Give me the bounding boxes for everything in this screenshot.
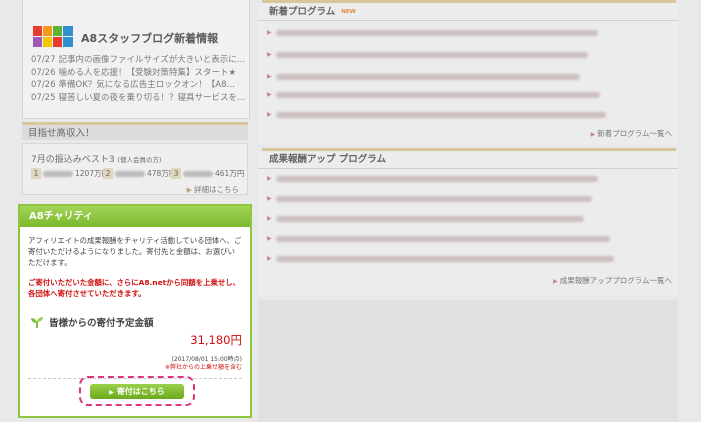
blurred-program-text[interactable] <box>275 175 598 182</box>
left-column: A8スタッフブログ新着情報 07/27 記事内の画像ファイルサイズが大きいと表示に… <box>18 0 252 422</box>
program-item[interactable]: ▶ <box>267 91 600 98</box>
blog-item-text[interactable]: 噛める人を応援！【受験対策特集】スタート★ <box>59 68 237 78</box>
arrow-right-icon: ▶ <box>267 91 272 98</box>
blog-item-text[interactable]: 寝苦しい夏の夜を乗り切る！？寝具サービスを… <box>59 93 246 103</box>
donation-note: ※弊社からの上乗せ額を含む <box>164 364 242 371</box>
arrow-right-icon: ▶ <box>267 175 272 182</box>
rank-item: 3 461万円 <box>171 168 244 179</box>
earn-subtitle: 7月の振込みベスト3 (個人会員の方) <box>31 152 162 165</box>
reward-programs-title: 成果報酬アップ プログラム <box>258 151 678 169</box>
a8-blog-logo <box>32 26 73 47</box>
blurred-program-text[interactable] <box>275 235 610 242</box>
program-item[interactable]: ▶ <box>267 215 584 222</box>
blurred-program-text[interactable] <box>275 91 600 98</box>
arrow-right-icon: ▶ <box>267 195 272 202</box>
blog-item-date: 07/26 <box>31 67 56 78</box>
blog-item[interactable]: 07/26 準備OK？気になる広告主ロックオン！【A8… <box>31 79 246 92</box>
arrow-right-icon: ▶ <box>267 215 272 222</box>
blurred-program-text[interactable] <box>275 111 606 118</box>
blog-item-date: 07/25 <box>31 92 56 103</box>
new-programs-more-label: 新着プログラム一覧へ <box>597 129 672 138</box>
donate-button[interactable]: ▶ 寄付はこちら <box>90 384 184 399</box>
blog-item[interactable]: 07/25 寝苦しい夏の夜を乗り切る！？寝具サービスを… <box>31 92 246 105</box>
rank-blurred-name <box>115 170 145 177</box>
program-item[interactable]: ▶ <box>267 175 598 182</box>
new-programs-title-text: 新着プログラム <box>269 6 336 18</box>
rank-item: 1 1207万円 <box>31 168 109 179</box>
donate-button-label: 寄付はこちら <box>116 387 165 396</box>
rank-amount: 461万円 <box>215 169 245 178</box>
reward-programs-section: 成果報酬アップ プログラム ▶ ▶ ▶ ▶ ▶ ▶ 成果報酬アッププログラム一覧へ <box>258 151 678 296</box>
rank-number: 1 <box>31 168 41 179</box>
program-item[interactable]: ▶ <box>267 195 592 202</box>
earn-subtitle-note: (個人会員の方) <box>117 156 162 164</box>
rank-item: 2 478万円 <box>103 168 176 179</box>
arrow-right-icon: ▶ <box>267 111 272 118</box>
blog-item-text[interactable]: 準備OK？気になる広告主ロックオン！【A8… <box>59 80 236 90</box>
charity-card: A8チャリティ アフィリエイトの成果報酬をチャリティ活動している団体へ、ご寄付い… <box>18 204 252 418</box>
blurred-program-text[interactable] <box>275 29 598 36</box>
staff-blog-box: A8スタッフブログ新着情報 07/27 記事内の画像ファイルサイズが大きいと表示に… <box>22 0 250 119</box>
blurred-program-text[interactable] <box>275 255 614 262</box>
donation-label-row: 皆様からの寄付予定金額 <box>30 315 154 329</box>
earn-more-label: 詳細はこちら <box>194 185 239 194</box>
program-item[interactable]: ▶ <box>267 29 598 36</box>
program-item[interactable]: ▶ <box>267 73 580 80</box>
blog-item-date: 07/26 <box>31 80 56 91</box>
earn-subtitle-main: 7月の振込みベスト3 <box>31 155 115 165</box>
earn-box: 7月の振込みベスト3 (個人会員の方) 1 1207万円 2 478万円 3 461万… <box>22 143 248 195</box>
rank-number: 3 <box>171 168 181 179</box>
blog-item[interactable]: 07/26 噛める人を応援！【受験対策特集】スタート★ <box>31 67 246 80</box>
blog-item-text[interactable]: 記事内の画像ファイルサイズが大きいと表示に… <box>59 55 246 65</box>
blog-item-date: 07/27 <box>31 55 56 65</box>
empty-area <box>258 300 678 422</box>
right-column: 新着プログラム NEW ▶ ▶ ▶ ▶ ▶ ▶ 新着プログラム一覧へ 成果報酬アップ… <box>258 0 680 422</box>
new-programs-section: 新着プログラム NEW ▶ ▶ ▶ ▶ ▶ ▶ 新着プログラム一覧へ <box>258 3 678 144</box>
arrow-right-icon: ▶ <box>590 131 596 138</box>
program-item[interactable]: ▶ <box>267 255 614 262</box>
program-item[interactable]: ▶ <box>267 111 606 118</box>
arrow-right-icon: ▶ <box>186 186 192 194</box>
arrow-right-icon: ▶ <box>267 51 272 58</box>
blurred-program-text[interactable] <box>275 215 584 222</box>
earn-more-link[interactable]: ▶ 詳細はこちら <box>187 184 239 195</box>
reward-programs-more-link[interactable]: ▶ 成果報酬アッププログラム一覧へ <box>553 275 672 286</box>
charity-note: ご寄付いただいた金額に、さらにA8.netから同額を上乗せし、各団体へ寄付させて… <box>28 278 241 299</box>
arrow-right-icon: ▶ <box>267 255 272 262</box>
arrow-right-icon: ▶ <box>267 73 272 80</box>
arrow-right-icon: ▶ <box>267 235 272 242</box>
arrow-right-icon: ▶ <box>109 389 114 396</box>
rank-blurred-name <box>183 170 213 177</box>
new-programs-more-link[interactable]: ▶ 新着プログラム一覧へ <box>591 128 672 139</box>
blurred-program-text[interactable] <box>275 73 580 80</box>
rank-blurred-name <box>43 170 73 177</box>
new-programs-title: 新着プログラム NEW <box>258 3 678 21</box>
rank-number: 2 <box>103 168 113 179</box>
charity-header: A8チャリティ <box>20 206 250 227</box>
program-item[interactable]: ▶ <box>267 235 610 242</box>
reward-programs-more-label: 成果報酬アッププログラム一覧へ <box>559 276 672 285</box>
donation-amount: 31,180円 <box>190 333 242 347</box>
blurred-program-text[interactable] <box>275 51 588 58</box>
blog-item[interactable]: 07/27 記事内の画像ファイルサイズが大きいと表示に… <box>31 54 246 67</box>
program-item[interactable]: ▶ <box>267 51 588 58</box>
arrow-right-icon: ▶ <box>553 278 558 285</box>
sprout-icon <box>31 317 43 328</box>
blog-title: A8スタッフブログ新着情報 <box>81 32 219 45</box>
charity-description: アフィリエイトの成果報酬をチャリティ活動している団体へ、ご寄付いただけるようにな… <box>28 236 242 268</box>
arrow-right-icon: ▶ <box>267 29 272 36</box>
earn-header: 目指せ高収入！ <box>22 122 248 140</box>
blurred-program-text[interactable] <box>275 195 592 202</box>
donation-label: 皆様からの寄付予定金額 <box>49 318 154 329</box>
blog-list: 07/27 記事内の画像ファイルサイズが大きいと表示に… 07/26 噛める人を応援… <box>31 54 246 104</box>
new-badge: NEW <box>341 9 356 15</box>
